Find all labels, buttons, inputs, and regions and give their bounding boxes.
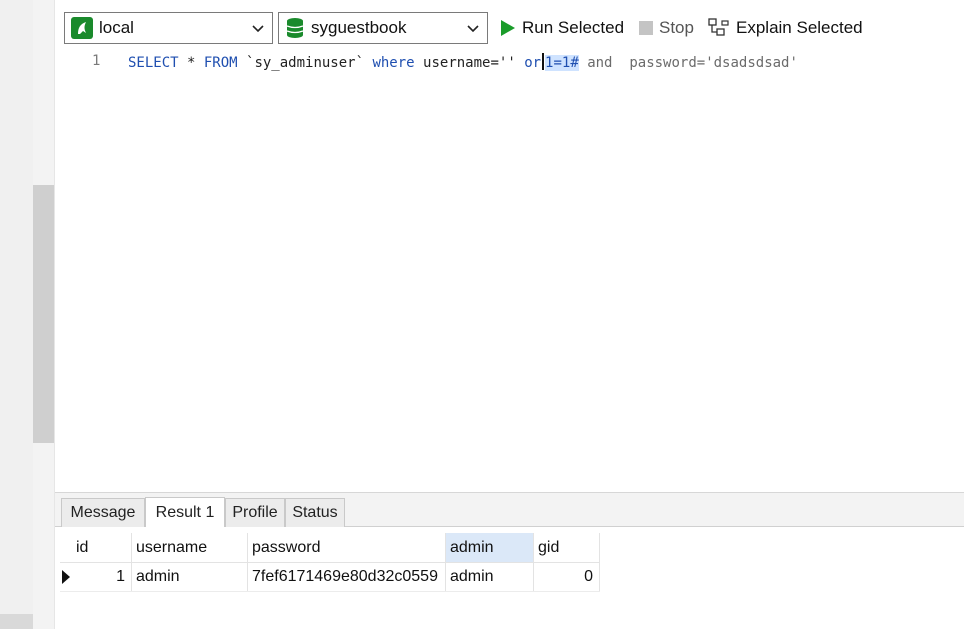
play-icon xyxy=(501,20,515,36)
line-number: 1 xyxy=(92,53,101,69)
explain-selected-button[interactable]: Explain Selected xyxy=(708,16,863,40)
tab-message[interactable]: Message xyxy=(61,498,145,527)
app-window: local syguestbook Run Selected Stop Expl… xyxy=(0,0,964,629)
explain-selected-label: Explain Selected xyxy=(736,18,863,37)
cell-gid[interactable]: 0 xyxy=(534,563,600,591)
code-comment: and password='dsadsdsad' xyxy=(578,55,798,71)
database-icon xyxy=(286,18,304,38)
line-gutter: 1 xyxy=(55,47,105,492)
cell-password[interactable]: 7fef6171469e80d32c0559 xyxy=(248,563,446,591)
column-header-gid[interactable]: gid xyxy=(534,533,600,562)
header-indicator xyxy=(60,533,72,562)
stop-icon xyxy=(639,21,653,35)
run-selected-button[interactable]: Run Selected xyxy=(500,16,624,40)
tab-status[interactable]: Status xyxy=(285,498,345,527)
cell-username[interactable]: admin xyxy=(132,563,248,591)
cell-id[interactable]: 1 xyxy=(72,563,132,591)
keyword-or: or xyxy=(524,55,542,71)
stop-button[interactable]: Stop xyxy=(639,16,694,40)
column-header-password[interactable]: password xyxy=(248,533,446,562)
code-condition: username='' xyxy=(414,55,525,71)
explain-icon xyxy=(708,18,729,36)
run-selected-label: Run Selected xyxy=(522,18,625,37)
left-scroll-thumb[interactable] xyxy=(33,185,54,443)
code-table: `sy_adminuser` xyxy=(237,55,373,71)
chevron-down-icon[interactable] xyxy=(465,20,481,36)
cell-admin[interactable]: admin xyxy=(446,563,534,591)
results-tabs: Message Result 1 Profile Status xyxy=(55,493,964,527)
column-header-id[interactable]: id xyxy=(72,533,132,562)
left-panel-footer xyxy=(0,614,33,629)
sql-editor[interactable]: 1 SELECT * FROM `sy_adminuser` where use… xyxy=(55,47,964,492)
tab-result-1[interactable]: Result 1 xyxy=(145,497,225,527)
selected-text: 1=1# xyxy=(545,55,579,71)
tab-profile[interactable]: Profile xyxy=(225,498,285,527)
keyword-select: SELECT xyxy=(128,55,179,71)
stop-label: Stop xyxy=(659,18,694,37)
column-header-admin[interactable]: admin xyxy=(446,533,534,562)
grid-header: id username password admin gid xyxy=(60,533,600,563)
connection-select[interactable]: local xyxy=(64,12,273,44)
row-indicator xyxy=(60,563,72,591)
connection-value: local xyxy=(99,18,134,37)
text-cursor xyxy=(542,53,545,70)
database-value: syguestbook xyxy=(311,18,407,37)
keyword-from: FROM xyxy=(203,55,238,71)
code-line[interactable]: SELECT * FROM `sy_adminuser` where usern… xyxy=(128,53,798,71)
result-grid: id username password admin gid 1 admin 7… xyxy=(60,533,600,592)
query-toolbar: local syguestbook Run Selected Stop Expl… xyxy=(55,0,964,47)
keyword-where: where xyxy=(372,55,415,71)
table-row[interactable]: 1 admin 7fef6171469e80d32c0559 admin 0 xyxy=(60,563,600,592)
left-panel xyxy=(0,0,33,629)
column-header-username[interactable]: username xyxy=(132,533,248,562)
database-select[interactable]: syguestbook xyxy=(278,12,488,44)
connection-icon xyxy=(71,17,93,39)
code-star: * xyxy=(178,55,204,71)
chevron-down-icon[interactable] xyxy=(250,20,266,36)
current-row-icon xyxy=(62,570,70,584)
